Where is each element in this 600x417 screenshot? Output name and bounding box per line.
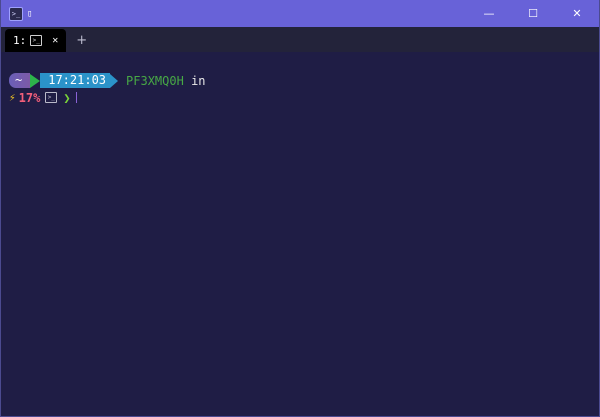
- terminal-icon: >_: [45, 92, 58, 103]
- tab-bar: 1: >_ ✕ +: [1, 27, 599, 52]
- tab-close-icon[interactable]: ✕: [52, 35, 58, 46]
- prompt-time-segment: 17:21:03: [40, 73, 111, 88]
- prompt-home-segment: ~: [9, 73, 31, 88]
- title-bar[interactable]: >_ ▯ — ☐ ✕: [1, 0, 599, 27]
- text-cursor: [75, 92, 77, 103]
- prompt-line-2: ⚡ 17% >_ ❯: [9, 89, 591, 106]
- close-button[interactable]: ✕: [555, 0, 599, 27]
- maximize-icon: ☐: [528, 7, 538, 20]
- new-tab-button[interactable]: +: [66, 29, 97, 52]
- window-controls: — ☐ ✕: [467, 0, 599, 27]
- plus-icon: +: [76, 33, 88, 48]
- maximize-button[interactable]: ☐: [511, 0, 555, 27]
- powerline-arrow-icon: [110, 73, 119, 88]
- powerline-arrow-icon: [30, 73, 41, 88]
- tab-label: 1:: [13, 34, 27, 47]
- tab-1[interactable]: 1: >_ ✕: [5, 29, 67, 52]
- app-icon: >_: [9, 6, 23, 21]
- battery-percentage: 17%: [18, 90, 41, 105]
- window-title: ▯: [27, 8, 33, 19]
- prompt-chevron-icon: ❯: [63, 90, 71, 105]
- lightning-icon: ⚡: [9, 91, 16, 104]
- prompt-in-label: in: [191, 73, 206, 88]
- terminal-icon: >_: [30, 35, 43, 46]
- terminal-output[interactable]: ~ 17:21:03 PF3XMQ0H in ⚡ 17% >_ ❯: [1, 52, 599, 106]
- prompt-line-1: ~ 17:21:03 PF3XMQ0H in: [9, 72, 591, 89]
- prompt-hostname: PF3XMQ0H: [126, 73, 184, 88]
- close-icon: ✕: [572, 7, 582, 20]
- terminal-window: >_ ▯ — ☐ ✕ 1: >_ ✕ + ~ 17:21:03 PF3XMQ0H…: [0, 0, 600, 417]
- minimize-icon: —: [483, 7, 495, 20]
- minimize-button[interactable]: —: [467, 0, 511, 27]
